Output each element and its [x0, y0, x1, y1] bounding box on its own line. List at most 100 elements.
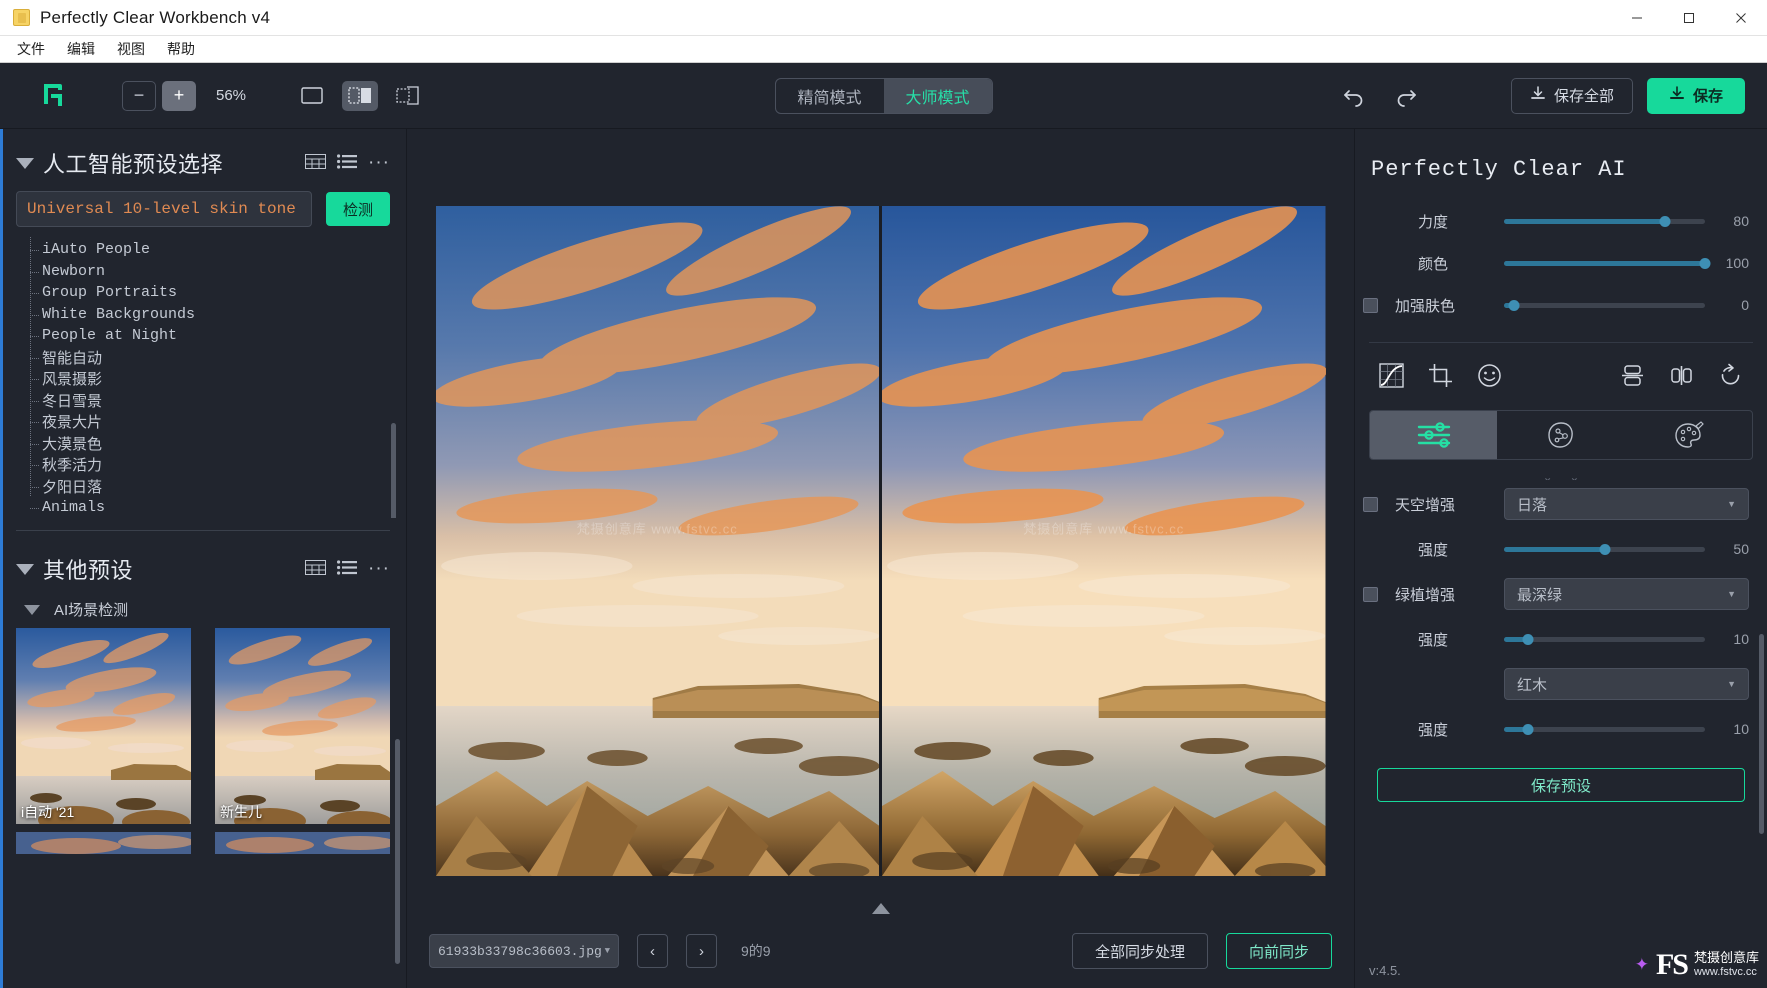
preset-thumbnail-label: 新生儿 [220, 804, 262, 820]
slider-label: 强度 [1418, 631, 1449, 649]
slider-row: 强度 10 [1355, 708, 1767, 750]
curves-icon[interactable] [1379, 363, 1404, 392]
mode-master[interactable]: 大师模式 [883, 78, 992, 113]
preset-thumbnail[interactable] [215, 832, 390, 854]
minimize-button[interactable] [1611, 0, 1663, 36]
list-view-icon[interactable] [337, 559, 358, 579]
skin-tone-checkbox[interactable] [1363, 297, 1378, 313]
redo-icon[interactable] [1387, 79, 1425, 113]
sky-enhance-checkbox[interactable] [1363, 496, 1378, 512]
maximize-button[interactable] [1663, 0, 1715, 36]
ai-scene-group-row[interactable]: AI场景检测 [0, 593, 406, 628]
zoom-in-button[interactable]: + [162, 80, 196, 111]
slider-value: 50 [1733, 541, 1749, 557]
preset-item[interactable]: iAuto People [28, 239, 406, 261]
menu-item-view[interactable]: 视图 [106, 37, 156, 61]
more-options-icon[interactable]: ··· [368, 558, 390, 580]
save-preset-button[interactable]: 保存预设 [1377, 768, 1745, 802]
grid-view-icon[interactable] [305, 559, 327, 579]
prev-image-button[interactable]: ‹ [637, 934, 668, 968]
chevron-down-icon [24, 604, 40, 615]
adjustment-tabs [1369, 410, 1753, 460]
slider-label: 颜色 [1418, 255, 1449, 273]
menu-item-file[interactable]: 文件 [6, 37, 56, 61]
chevron-down-icon[interactable] [16, 563, 34, 575]
menu-item-edit[interactable]: 编辑 [56, 37, 106, 61]
preset-item[interactable]: 智能自动 [28, 347, 406, 369]
image-after[interactable]: 梵摄创意库 www.fstvc.cc [882, 206, 1326, 876]
flip-vertical-icon[interactable] [1620, 363, 1645, 392]
sky-enhance-value: 日落 [1517, 496, 1548, 514]
sky-enhance-select[interactable]: 日落 ▼ [1504, 488, 1749, 520]
slider-label: 加强肤色 [1395, 297, 1456, 315]
list-view-icon[interactable] [337, 153, 358, 173]
image-before[interactable]: 梵摄创意库 www.fstvc.cc [435, 206, 882, 876]
preset-item[interactable]: 大漠景色 [28, 433, 406, 455]
split-view-icon[interactable] [342, 80, 378, 111]
preset-item[interactable]: Animals [28, 497, 406, 518]
zoom-out-button[interactable]: − [122, 80, 156, 111]
preset-thumbnail[interactable] [215, 628, 390, 824]
tab-color-palette[interactable] [1625, 411, 1752, 459]
preset-thumbnail[interactable] [16, 628, 191, 824]
undo-icon[interactable] [1335, 79, 1373, 113]
preset-item[interactable]: 冬日雪景 [28, 390, 406, 412]
sync-forward-button[interactable]: 向前同步 [1225, 933, 1332, 969]
preset-item[interactable]: 秋季活力 [28, 454, 406, 476]
image-canvas[interactable]: 梵摄创意库 www.fstvc.cc 梵摄创意库 www.fstvc.cc [407, 129, 1354, 903]
preset-search-input[interactable]: Universal 10-level skin tone [16, 191, 312, 227]
preset-item[interactable]: White Backgrounds [28, 304, 406, 326]
sky-strength-slider[interactable] [1504, 543, 1705, 555]
tab-adjustments[interactable] [1370, 411, 1498, 459]
sync-all-button[interactable]: 全部同步处理 [1071, 933, 1208, 969]
preset-item[interactable]: 风景摄影 [28, 368, 406, 390]
rotate-icon[interactable] [1718, 363, 1743, 392]
close-button[interactable] [1715, 0, 1767, 36]
left-panel-scrollbar[interactable] [395, 739, 400, 964]
download-icon [1669, 85, 1685, 106]
preset-list-scrollbar[interactable] [391, 423, 396, 518]
right-panel-title: Perfectly Clear AI [1371, 157, 1627, 182]
foliage-enhance-checkbox[interactable] [1363, 586, 1378, 602]
view-mode-controls [294, 80, 426, 111]
menu-item-help[interactable]: 帮助 [156, 37, 206, 61]
more-options-icon[interactable]: ··· [368, 152, 390, 174]
preset-item[interactable]: People at Night [28, 325, 406, 347]
mode-simple[interactable]: 精简模式 [775, 79, 883, 113]
foliage-strength-slider[interactable] [1504, 633, 1705, 645]
compare-view-icon[interactable] [390, 81, 426, 111]
slider-value: 100 [1725, 255, 1749, 271]
image-counter: 9的9 [741, 943, 771, 959]
strength-slider[interactable] [1504, 215, 1705, 227]
app-icon [13, 9, 30, 26]
save-all-button[interactable]: 保存全部 [1510, 77, 1633, 114]
sky-enhance-label: 天空增强 [1395, 496, 1456, 514]
image-watermark: 梵摄创意库 www.fstvc.cc [576, 521, 738, 537]
preset-item[interactable]: Newborn [28, 261, 406, 283]
next-image-button[interactable]: › [686, 934, 717, 968]
save-button[interactable]: 保存 [1646, 77, 1745, 114]
preset-item[interactable]: 夕阳日落 [28, 476, 406, 498]
preset-item[interactable]: Group Portraits [28, 282, 406, 304]
flip-horizontal-icon[interactable] [1669, 363, 1694, 392]
skin-tone-slider[interactable] [1504, 299, 1705, 311]
right-panel-scrollbar[interactable] [1759, 634, 1764, 834]
collapse-filmstrip-icon[interactable] [871, 903, 890, 914]
wood-tone-select[interactable]: 红木 ▼ [1504, 668, 1749, 700]
before-after-pair: 梵摄创意库 www.fstvc.cc 梵摄创意库 www.fstvc.cc [435, 206, 1326, 876]
preset-item[interactable]: 夜景大片 [28, 411, 406, 433]
title-bar: Perfectly Clear Workbench v4 [0, 0, 1767, 36]
file-selector[interactable]: 61933b33798c36603.jpg ▼ [429, 934, 619, 968]
detect-button[interactable]: 检测 [325, 192, 390, 226]
single-view-icon[interactable] [294, 81, 330, 111]
foliage-enhance-select[interactable]: 最深绿 ▼ [1504, 578, 1749, 610]
tool-icon-row [1355, 353, 1767, 396]
chevron-down-icon[interactable] [16, 157, 34, 169]
wood-strength-slider[interactable] [1504, 723, 1705, 735]
color-slider[interactable] [1504, 257, 1711, 269]
face-icon[interactable] [1477, 363, 1502, 392]
grid-view-icon[interactable] [305, 153, 327, 173]
preset-thumbnail[interactable] [16, 832, 191, 854]
tab-noise-reduction[interactable] [1497, 411, 1624, 459]
crop-icon[interactable] [1428, 363, 1453, 392]
